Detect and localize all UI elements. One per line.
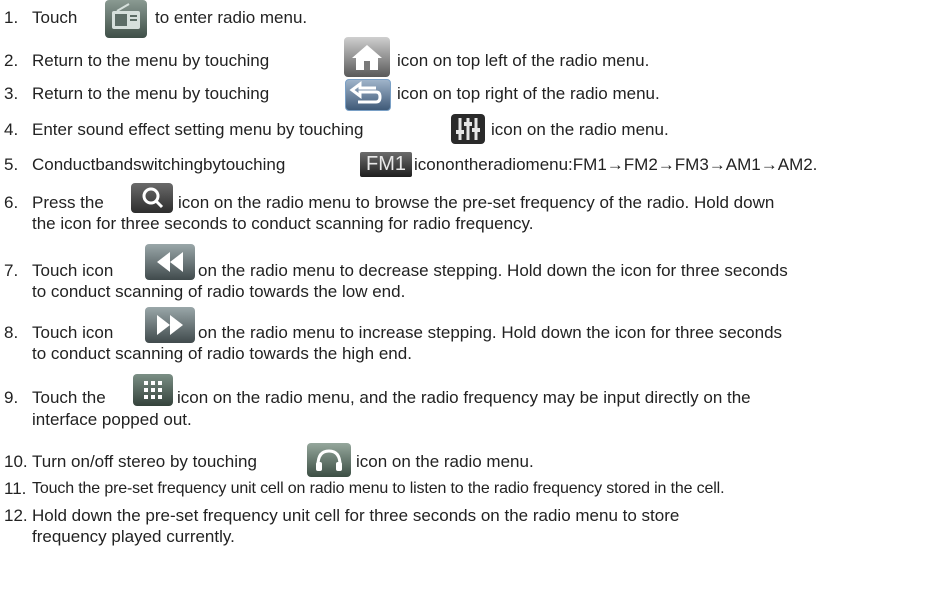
item-number: 8. (4, 323, 19, 342)
item-text-line2: to conduct scanning of radio towards the… (32, 282, 406, 301)
item-text-line2: frequency played currently. (32, 527, 235, 546)
item-number: 6. (4, 193, 19, 212)
item-number: 2. (4, 51, 19, 70)
item-text: Touch the pre-set frequency unit cell on… (32, 480, 725, 497)
item-text-before: Touch the (32, 388, 106, 407)
headphones-stereo-icon (307, 443, 351, 477)
equalizer-icon (451, 114, 485, 144)
search-icon (131, 183, 173, 213)
item-number: 11. (4, 479, 27, 498)
fm1-band-icon: FM1 (360, 152, 412, 177)
item-number: 1. (4, 8, 19, 27)
item-text-after: icon on the radio menu to browse the pre… (178, 193, 775, 212)
item-text-before: Touch icon (32, 261, 114, 280)
item-text: Hold down the pre-set frequency unit cel… (32, 506, 680, 525)
item-text-before: Conductbandswitchingbytouching (32, 155, 286, 174)
item-text-after: icon on the radio menu, and the radio fr… (177, 388, 751, 407)
item-text-after: icon on top left of the radio menu. (397, 51, 650, 70)
item-number: 3. (4, 84, 19, 103)
item-text-after: iconontheradiomenu:FM1→FM2→FM3→AM1→AM2. (414, 155, 818, 174)
item-text-before: Enter sound effect setting menu by touch… (32, 120, 364, 139)
item-text-before: Touch icon (32, 323, 114, 342)
fm1-label: FM1 (366, 153, 406, 175)
item-text-after: icon on the radio menu. (491, 120, 669, 139)
item-number: 5. (4, 155, 19, 174)
item-text-after: on the radio menu to decrease stepping. … (198, 261, 788, 280)
item-number: 7. (4, 261, 19, 280)
item-number: 9. (4, 388, 19, 407)
item-text-line2: the icon for three seconds to conduct sc… (32, 214, 534, 233)
item-text-before: Return to the menu by touching (32, 51, 270, 70)
keypad-icon (133, 374, 173, 406)
item-text-before: Turn on/off stereo by touching (32, 452, 257, 471)
item-text-after: on the radio menu to increase stepping. … (198, 323, 783, 342)
radio-icon (105, 0, 147, 38)
item-text-after: to enter radio menu. (155, 8, 308, 27)
item-number: 10. (4, 452, 28, 471)
item-text-line2: interface popped out. (32, 410, 192, 429)
item-text-line2: to conduct scanning of radio towards the… (32, 344, 412, 363)
back-arrow-icon (345, 79, 391, 111)
home-icon (344, 37, 390, 77)
item-text-after: icon on top right of the radio menu. (397, 84, 660, 103)
item-text-before: Press the (32, 193, 104, 212)
item-number: 4. (4, 120, 19, 139)
rewind-icon (145, 244, 195, 280)
item-text-before: Return to the menu by touching (32, 84, 270, 103)
item-text-after: icon on the radio menu. (356, 452, 534, 471)
item-number: 12. (4, 506, 28, 525)
item-text-before: Touch (32, 8, 78, 27)
fast-forward-icon (145, 307, 195, 343)
